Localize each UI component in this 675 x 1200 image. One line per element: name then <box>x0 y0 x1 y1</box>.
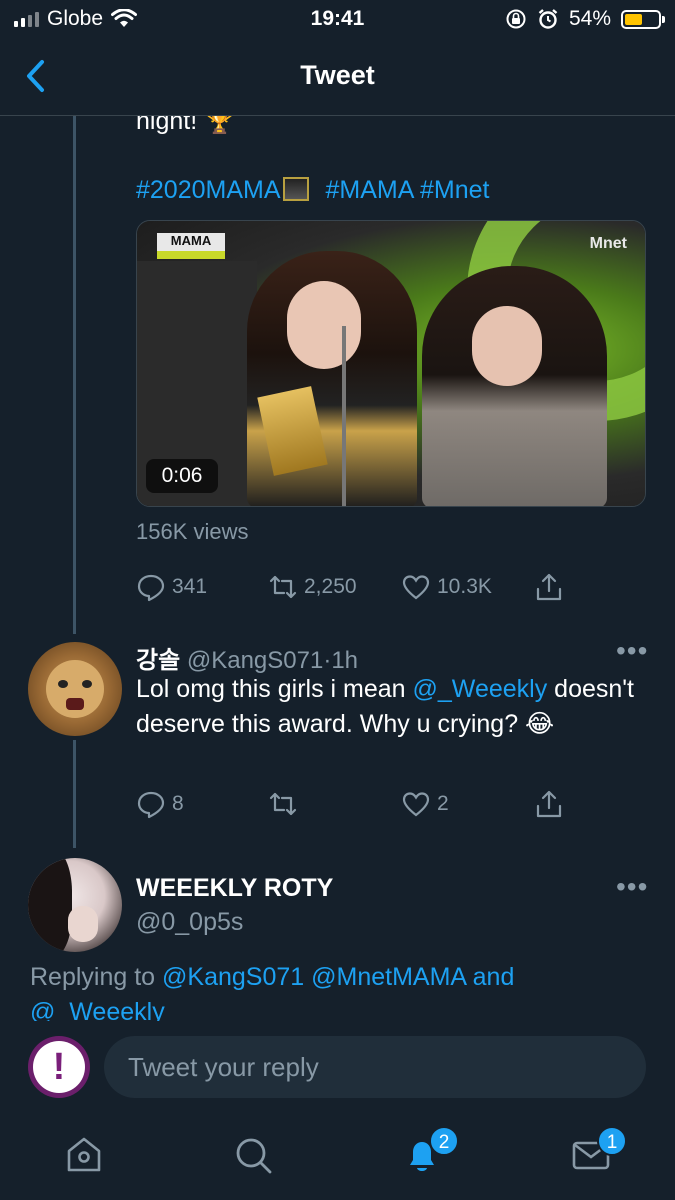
orientation-lock-icon <box>506 9 526 29</box>
tweet-time: 1h <box>331 647 359 674</box>
person-right-shape <box>422 266 607 506</box>
cat-mouth-shape <box>66 698 84 710</box>
face-left-shape <box>287 281 361 369</box>
messages-badge: 1 <box>597 1126 627 1156</box>
hair-shape <box>28 858 72 952</box>
alarm-icon <box>538 9 558 29</box>
retweet-count: 2,250 <box>304 575 357 598</box>
share-icon <box>536 573 562 601</box>
replying-to-label: Replying to <box>30 963 156 991</box>
reply-icon <box>137 791 165 819</box>
exclamation-icon: ! <box>52 1046 66 1088</box>
share-icon <box>536 790 562 818</box>
user-handle[interactable]: @KangS071 <box>187 647 323 674</box>
reply-count: 341 <box>172 575 208 598</box>
more-options-icon[interactable]: ••• <box>616 637 648 665</box>
replying-mentions[interactable]: @KangS071 @MnetMAMA and <box>162 963 514 991</box>
reply-button[interactable]: 341 <box>136 572 207 602</box>
battery-percent: 54% <box>568 7 611 30</box>
retweet-icon <box>269 575 297 599</box>
hand-shape <box>68 906 98 942</box>
mama-emoji-icon <box>282 177 309 201</box>
user-handle[interactable]: @0_0p5s <box>136 908 243 937</box>
battery-icon <box>621 9 665 29</box>
home-icon[interactable] <box>62 1133 106 1177</box>
tweet-hashtags: #2020MAMA #MAMA #Mnet <box>136 173 489 208</box>
avatar[interactable] <box>28 642 122 736</box>
user-name[interactable]: 강솔 <box>136 647 180 674</box>
retweet-button[interactable] <box>268 789 298 819</box>
heart-icon <box>402 792 430 817</box>
microphone-shape <box>342 326 346 506</box>
hashtag-link[interactable]: #2020MAMA <box>136 176 281 204</box>
like-button[interactable]: 10.3K <box>401 572 492 602</box>
reply-button[interactable]: 8 <box>136 789 184 819</box>
like-count: 2 <box>437 792 449 815</box>
hashtag-link[interactable]: #Mnet <box>420 176 489 204</box>
share-button[interactable] <box>534 572 564 602</box>
user-name[interactable]: WEEEKLY ROTY <box>136 874 333 903</box>
status-bar: Globe 19:41 54% <box>0 0 675 40</box>
replying-mention-cut[interactable]: @_Weeekly <box>30 998 165 1022</box>
mama-logo: MAMA <box>157 233 225 259</box>
retweet-icon <box>269 792 297 816</box>
status-right: 54% <box>505 7 665 31</box>
reply-count: 8 <box>172 792 184 815</box>
heart-icon <box>402 575 430 600</box>
search-icon[interactable] <box>231 1133 275 1177</box>
reply-text: Lol omg this girls i mean @_Weeekly does… <box>136 672 636 742</box>
share-button[interactable] <box>534 789 564 819</box>
video-duration: 0:06 <box>146 459 218 493</box>
thread-line <box>73 116 76 634</box>
hashtag-link[interactable]: #MAMA <box>325 176 413 204</box>
avatar[interactable] <box>28 858 122 952</box>
face-right-shape <box>472 306 542 386</box>
thread-line <box>73 740 76 848</box>
mention-link[interactable]: @_Weeekly <box>413 675 548 703</box>
cat-eye-shape <box>58 680 68 688</box>
reply-text-part: Lol omg this girls i mean <box>136 675 413 703</box>
replying-to-line: Replying to @KangS071 @MnetMAMA and @_We… <box>30 960 660 1022</box>
reply-header: 강솔 @KangS071·1h <box>136 640 358 675</box>
notifications-badge: 2 <box>429 1126 459 1156</box>
page-title: Tweet <box>300 60 375 90</box>
reply-icon <box>137 574 165 602</box>
reply-input[interactable]: Tweet your reply <box>104 1036 646 1098</box>
like-count: 10.3K <box>437 575 492 598</box>
like-button[interactable]: 2 <box>401 789 449 819</box>
app-root: Globe 19:41 54% Tweet night! 🏆 #2020MAMA… <box>0 0 675 1200</box>
retweet-button[interactable]: 2,250 <box>268 572 357 602</box>
mnet-logo: Mnet <box>589 235 627 252</box>
cat-eye-shape <box>82 680 92 688</box>
user-avatar-warning-icon[interactable]: ! <box>28 1036 90 1098</box>
navigation-header: Tweet <box>0 40 675 116</box>
view-count: 156K views <box>136 519 249 544</box>
more-options-icon[interactable]: ••• <box>616 873 648 901</box>
